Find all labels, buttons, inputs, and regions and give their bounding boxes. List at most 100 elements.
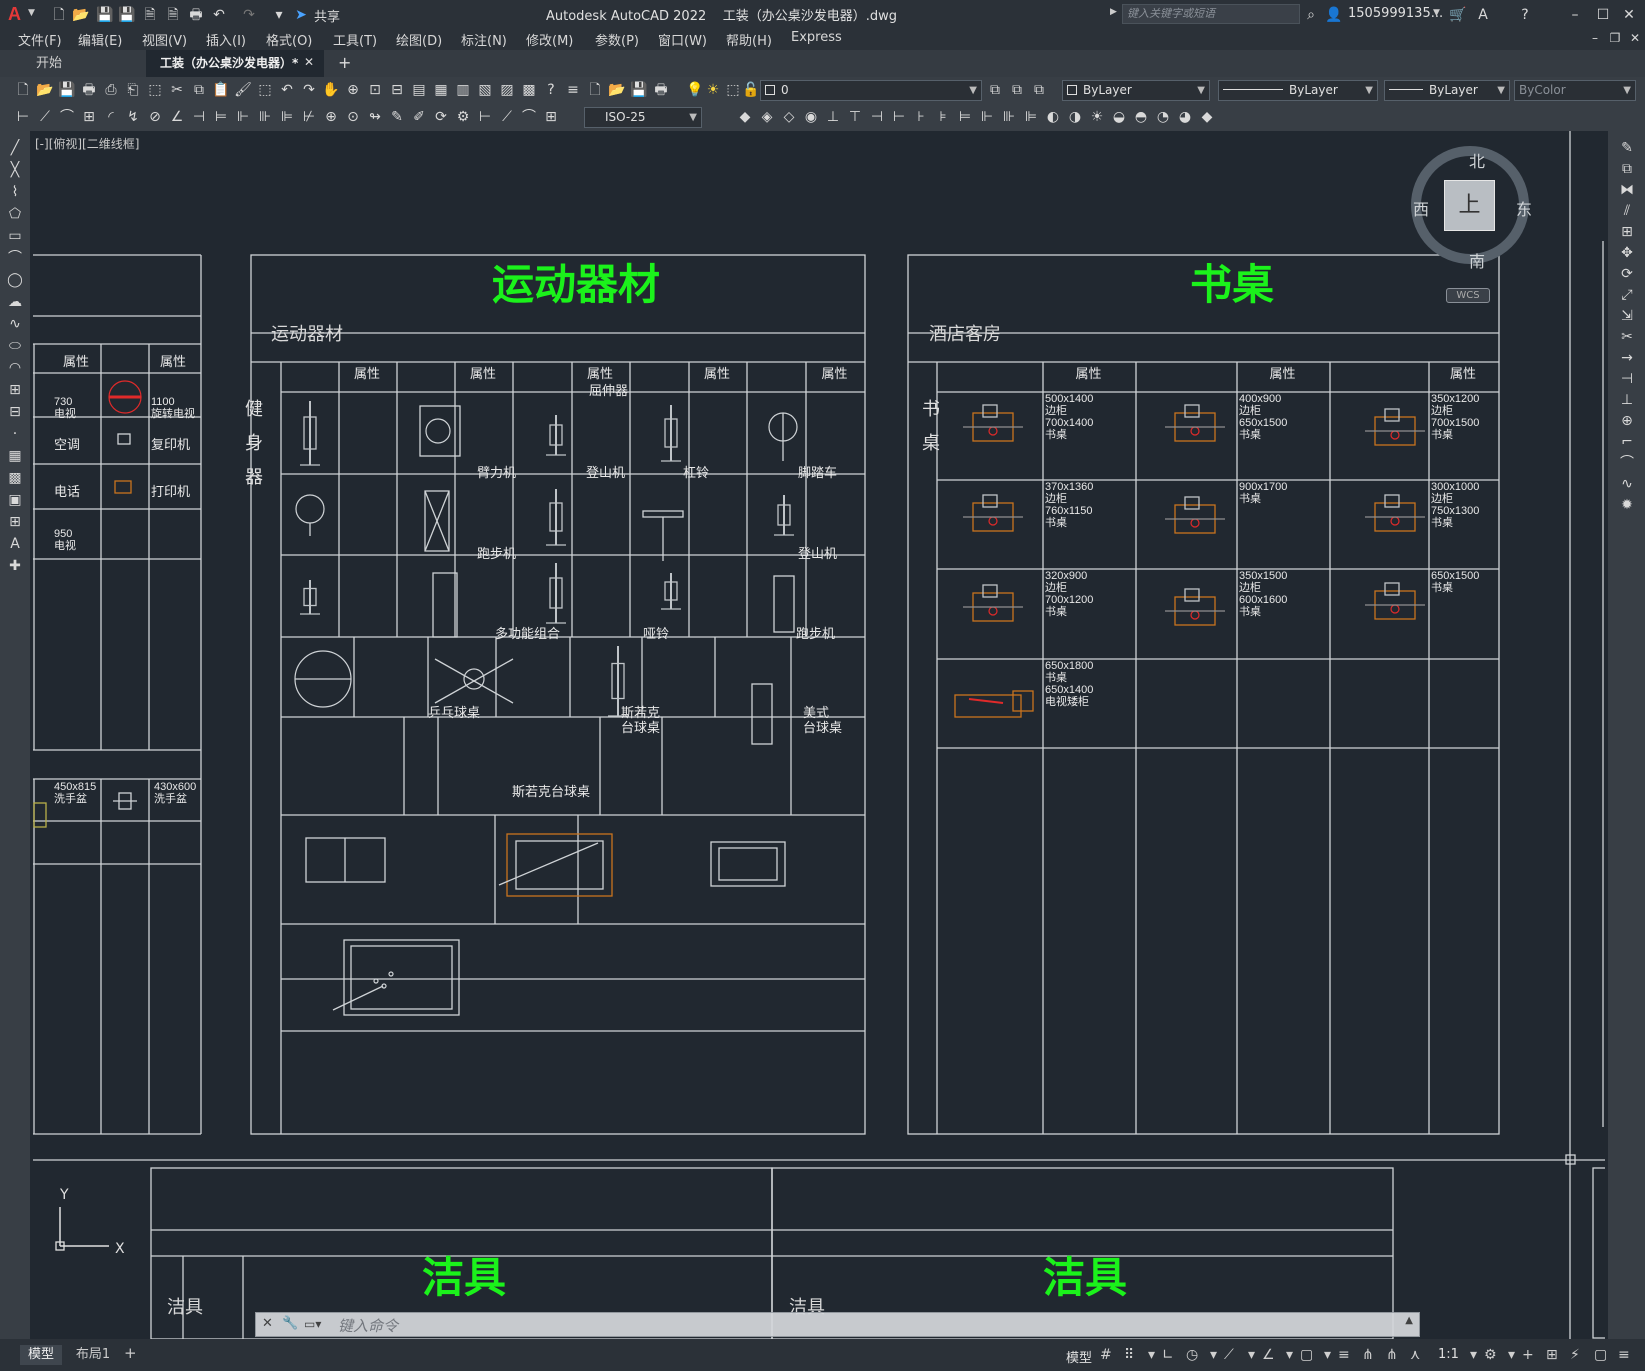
trim-icon[interactable]: ✂ xyxy=(1618,328,1636,346)
center-mark-icon[interactable]: ⊕ xyxy=(322,108,340,126)
wheel-icon[interactable]: ◉ xyxy=(802,108,820,126)
doc-close-icon[interactable]: ✕ xyxy=(1626,29,1644,47)
navigate-icon[interactable]: ◈ xyxy=(758,108,776,126)
undo-icon[interactable]: ↶ xyxy=(210,6,228,24)
move-icon[interactable]: ✥ xyxy=(1618,244,1636,262)
markup-icon[interactable]: ▨ xyxy=(498,81,516,99)
model-space-button[interactable]: 模型 xyxy=(1066,1347,1092,1366)
infer-icon[interactable]: ▾ xyxy=(1148,1347,1155,1363)
ortho-icon[interactable]: ∟ xyxy=(1162,1347,1174,1363)
menu-format[interactable]: 格式(O) xyxy=(266,30,312,49)
tab-start[interactable]: 开始 xyxy=(22,50,142,77)
layer-select[interactable]: 0 ▼ xyxy=(760,80,982,101)
line-icon[interactable]: ╱ xyxy=(6,139,24,157)
dim-style-icon[interactable]: ⚙ xyxy=(454,108,472,126)
publish-icon[interactable]: ⎗ xyxy=(124,81,142,99)
dim-linear-icon[interactable]: ⊢ xyxy=(476,108,494,126)
layer-lock-icon[interactable]: 🔓 xyxy=(742,81,760,99)
cart-icon[interactable]: 🛒 xyxy=(1449,6,1467,24)
preview-icon[interactable]: ⎙ xyxy=(102,81,120,99)
view-3d-icon[interactable]: ◆ xyxy=(1198,108,1216,126)
mirror-icon[interactable]: ⧓ xyxy=(1618,181,1636,199)
dim-diameter-icon[interactable]: ⊘ xyxy=(146,108,164,126)
minimize-icon[interactable]: – xyxy=(1566,6,1584,24)
undo-icon[interactable]: ↶ xyxy=(278,81,296,99)
plot-icon[interactable]: 🖶 xyxy=(187,6,205,24)
rotate-icon[interactable]: ⟳ xyxy=(1618,265,1636,283)
orbit-icon[interactable]: ◇ xyxy=(780,108,798,126)
copy-icon[interactable]: ⧉ xyxy=(190,81,208,99)
close-icon[interactable]: ✕ xyxy=(1620,6,1638,24)
save-as-icon[interactable]: 💾 xyxy=(118,6,136,24)
help-icon[interactable]: ? xyxy=(1516,6,1534,24)
dim-text-edit-icon[interactable]: ✐ xyxy=(410,108,428,126)
new-tab-icon[interactable]: + xyxy=(338,53,351,72)
dim-update-icon[interactable]: ⟳ xyxy=(432,108,450,126)
array-icon[interactable]: ⊞ xyxy=(1618,223,1636,241)
viewcube-south[interactable]: 南 xyxy=(1469,248,1485,272)
dimstyle-select[interactable]: ISO-25 ▼ xyxy=(584,107,702,128)
user-icon[interactable]: 👤 xyxy=(1325,6,1343,24)
tab-drawing[interactable]: 工装（办公桌沙发电器）* xyxy=(146,50,324,77)
plotstyle-select[interactable]: ByColor ▼ xyxy=(1514,80,1636,101)
ucs-y-icon[interactable]: ⊫ xyxy=(1022,108,1040,126)
app-menu-chevron-icon[interactable]: ▼ xyxy=(28,8,35,18)
lineweight-icon[interactable]: ∠ xyxy=(1262,1347,1275,1363)
ucs-3point-icon[interactable]: ⊩ xyxy=(978,108,996,126)
dim-linear-icon[interactable]: ⊢ xyxy=(14,108,32,126)
autodesk-app-icon[interactable]: A xyxy=(1474,6,1492,24)
doc-minimize-icon[interactable]: – xyxy=(1586,29,1604,47)
ucs-x-icon[interactable]: ⊪ xyxy=(1000,108,1018,126)
dim-ordinate-icon[interactable]: ⊞ xyxy=(542,108,560,126)
break-at-point-icon[interactable]: ⊣ xyxy=(1618,370,1636,388)
dim-arc-icon[interactable]: ⌒ xyxy=(520,108,538,126)
units-icon[interactable]: + xyxy=(1522,1347,1534,1363)
mtext-icon[interactable]: A xyxy=(6,535,24,553)
customize-icon[interactable]: ≡ xyxy=(1618,1347,1630,1363)
dim-continue-icon[interactable]: ⊩ xyxy=(234,108,252,126)
layer-on-icon[interactable]: 💡 xyxy=(686,81,704,99)
menu-edit[interactable]: 编辑(E) xyxy=(78,30,122,49)
dim-jogged-icon[interactable]: ↯ xyxy=(124,108,142,126)
extend-icon[interactable]: → xyxy=(1618,349,1636,367)
wcs-menu[interactable]: WCS xyxy=(1446,288,1490,303)
polygon-icon[interactable]: ⬠ xyxy=(6,205,24,223)
auto-scale-icon[interactable]: ▾ xyxy=(1470,1347,1477,1363)
polar-icon[interactable]: ◷ xyxy=(1186,1347,1198,1363)
ucs-object-icon[interactable]: ⊣ xyxy=(868,108,886,126)
doc-restore-icon[interactable]: ❐ xyxy=(1606,29,1624,47)
break-icon[interactable]: ⊥ xyxy=(1618,391,1636,409)
save-icon[interactable]: 💾 xyxy=(58,81,76,99)
color-select[interactable]: ByLayer ▼ xyxy=(1062,80,1210,101)
paste-icon[interactable]: 📋 xyxy=(212,81,230,99)
maximize-icon[interactable]: ☐ xyxy=(1594,6,1612,24)
gradient-icon[interactable]: ▩ xyxy=(6,469,24,487)
menu-insert[interactable]: 插入(I) xyxy=(206,30,246,49)
annotation-scale[interactable]: 1:1 xyxy=(1438,1347,1459,1362)
osnap-tracking-icon[interactable]: ⟋ xyxy=(1224,1347,1234,1363)
insert-block-icon[interactable]: ⊞ xyxy=(6,381,24,399)
zoom-realtime-icon[interactable]: ⊕ xyxy=(344,81,362,99)
grid-icon[interactable]: # xyxy=(1100,1347,1112,1363)
blend-icon[interactable]: ∿ xyxy=(1618,475,1636,493)
selection-filter-icon[interactable]: ⋔ xyxy=(1362,1347,1374,1363)
polyline-icon[interactable]: ⌇ xyxy=(6,183,24,201)
tab-close-icon[interactable]: ✕ xyxy=(304,55,314,69)
menu-view[interactable]: 视图(V) xyxy=(142,30,187,49)
blockeditor-icon[interactable]: ⬚ xyxy=(256,81,274,99)
menu-draw[interactable]: 绘图(D) xyxy=(396,30,442,49)
arc-icon[interactable]: ⌒ xyxy=(6,249,24,267)
open-web-icon[interactable]: 🗎 xyxy=(141,6,159,24)
dim-radius-icon[interactable]: ◜ xyxy=(102,108,120,126)
dim-baseline-icon[interactable]: ⊨ xyxy=(212,108,230,126)
chamfer-icon[interactable]: ⌐ xyxy=(1618,433,1636,451)
ellipse-arc-icon[interactable]: ◠ xyxy=(6,359,24,377)
save-icon[interactable]: 💾 xyxy=(630,81,648,99)
search-icon[interactable]: ⌕ xyxy=(1302,6,1320,24)
command-customize-icon[interactable]: 🔧 xyxy=(282,1316,298,1331)
3d-osnap-icon[interactable]: ▾ xyxy=(1324,1347,1331,1363)
dim-angular-icon[interactable]: ∠ xyxy=(168,108,186,126)
customize-qat-icon[interactable]: ▾ xyxy=(270,6,288,24)
dim-break-icon[interactable]: ⊫ xyxy=(278,108,296,126)
quickcalc-icon[interactable]: ▩ xyxy=(520,81,538,99)
